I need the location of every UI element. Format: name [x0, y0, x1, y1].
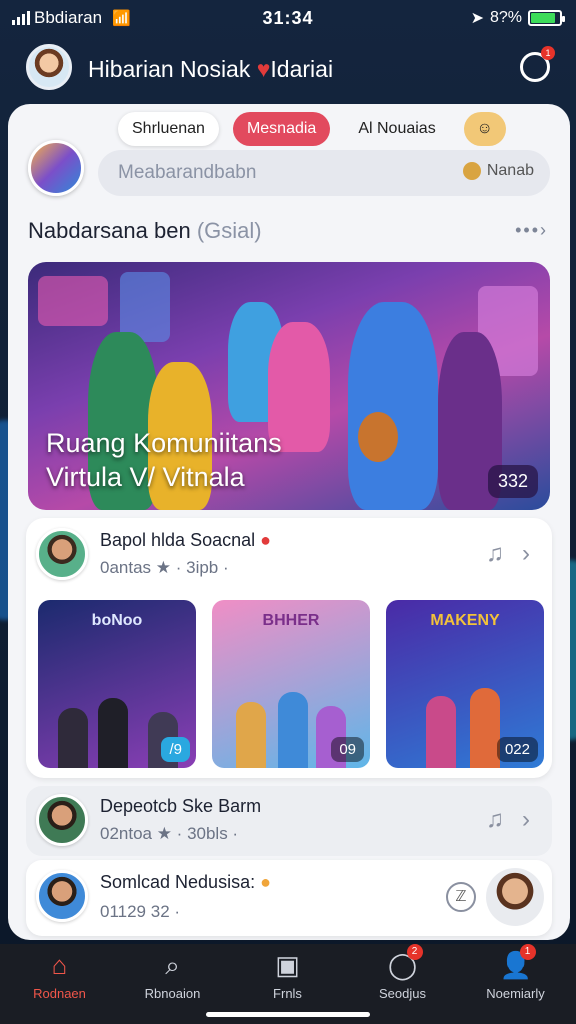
heart-icon: ●	[260, 530, 272, 550]
chevron-right-icon[interactable]: ›	[522, 540, 530, 568]
nav-home[interactable]: ⌂ Rodnaen	[2, 950, 117, 1001]
status-bar: Bbdiaran 📶 31:34 ➤ 8?%	[0, 0, 576, 36]
nav-chat[interactable]: ◯ 2 Seodjus	[345, 944, 460, 1001]
profile-icon: 👤 1	[500, 944, 536, 980]
community-avatar[interactable]	[36, 528, 88, 580]
music-note-icon[interactable]: ♫	[486, 806, 504, 834]
location-icon: ➤	[470, 10, 484, 27]
search-icon: ⌕	[165, 950, 180, 980]
list-item[interactable]: Depeotcb Ske Barm 02ntoa ★ · 30bls · ♫ ›	[26, 786, 552, 856]
character	[348, 302, 438, 510]
search-right-label: Nanab	[486, 162, 534, 179]
list-item-meta: 01129 32 ·	[100, 902, 181, 921]
nav-search-label: Rbnoaion	[144, 986, 201, 1001]
person-figure	[236, 702, 266, 768]
profile-avatar[interactable]	[26, 44, 72, 90]
person-figure	[278, 692, 308, 768]
chevron-right-icon[interactable]: ›	[522, 806, 530, 834]
nav-calendar-label: Frnls	[273, 986, 302, 1001]
person-figure	[470, 688, 500, 768]
friend-avatar[interactable]	[486, 868, 544, 926]
nav-profile[interactable]: 👤 1 Noemiarly	[458, 944, 573, 1001]
thumbnail-badge: 09	[331, 737, 364, 762]
user-avatar[interactable]	[28, 140, 84, 196]
coin-icon	[462, 162, 481, 180]
nav-home-label: Rodnaen	[33, 986, 86, 1001]
community-meta: 0antas ★ · 3ipb ·	[100, 558, 229, 577]
list-item[interactable]: Somlcad Nedusisa: ● 01129 32 · ℤ	[26, 860, 552, 936]
main-panel: Shrluenan Mesnadia Al Nouaias ☺ Meabaran…	[8, 104, 570, 940]
notification-badge: 1	[541, 46, 555, 60]
thumbnail-2[interactable]: MAKENY 022	[386, 600, 544, 768]
neon-sign	[38, 276, 108, 326]
search-bar[interactable]: Meabarandbabn Nanab	[98, 150, 550, 196]
battery-percent: 8?%	[489, 9, 522, 26]
filter-tabs: Shrluenan Mesnadia Al Nouaias ☺	[118, 112, 506, 146]
list-item-name-text: Somlcad Nedusisa:	[100, 872, 256, 892]
hero-banner[interactable]: Ruang Komuniitans Virtula V/ Vitnala 332	[28, 262, 550, 510]
title-part-a: Hibarian Nosiak	[88, 56, 251, 82]
list-avatar[interactable]	[36, 794, 88, 846]
nav-badge: 1	[519, 944, 536, 960]
chat-icon: ◯ 2	[387, 944, 423, 980]
reply-button[interactable]: ℤ	[446, 882, 476, 912]
app-header: Hibarian Nosiak ♥Idariai 1	[0, 40, 576, 100]
person-figure	[98, 698, 128, 768]
guitar-icon	[358, 412, 398, 462]
list-item-meta: 02ntoa ★ · 30bls ·	[100, 824, 239, 843]
heart-icon: ♥	[256, 56, 271, 82]
tab-2[interactable]: Al Nouaias	[344, 112, 449, 146]
media-thumbnails: boNoo /9 BHHER 09 MAKENY 022	[38, 600, 544, 768]
list-avatar[interactable]	[36, 870, 88, 922]
person-figure	[58, 708, 88, 768]
calendar-icon: ▣	[275, 950, 300, 980]
tab-1[interactable]: Mesnadia	[232, 112, 331, 146]
community-actions: ♫ ›	[486, 540, 530, 568]
thumbnail-label: BHHER	[262, 612, 320, 629]
community-name-text: Bapol hlda Soacnal	[100, 530, 256, 550]
community-card[interactable]: Bapol hlda Soacnal ● 0antas ★ · 3ipb · ♫…	[26, 518, 552, 778]
battery-icon	[528, 10, 565, 26]
more-button[interactable]: •••›	[515, 220, 548, 241]
emoji-icon: ●	[260, 872, 271, 892]
music-note-icon[interactable]: ♫	[486, 540, 504, 568]
thumbnail-badge: 022	[496, 737, 538, 762]
nav-search[interactable]: ⌕ Rbnoaion	[115, 950, 230, 1001]
hero-count-badge: 332	[487, 465, 538, 498]
tab-emoji[interactable]: ☺	[463, 112, 506, 146]
home-icon: ⌂	[51, 950, 68, 980]
search-right[interactable]: Nanab	[462, 162, 534, 180]
list-item-name: Somlcad Nedusisa: ●	[100, 872, 271, 893]
face-icon: ☺	[476, 120, 493, 137]
person-figure	[426, 696, 456, 768]
thumbnail-1[interactable]: BHHER 09	[212, 600, 370, 768]
list-item-actions: ♫ ›	[486, 806, 530, 834]
thumbnail-label: MAKENY	[430, 612, 500, 629]
hero-title: Ruang Komuniitans Virtula V/ Vitnala	[46, 426, 282, 494]
section-title: Nabdarsana ben (Gsial)	[28, 218, 262, 244]
list-item-name: Depeotcb Ske Barm	[100, 796, 262, 816]
section-title-text: Nabdarsana ben	[28, 218, 191, 243]
nav-calendar[interactable]: ▣ Frnls	[230, 950, 345, 1001]
hero-title-line2: Virtula V/ Vitnala	[46, 462, 245, 492]
section-subtitle: (Gsial)	[196, 218, 262, 243]
thumbnail-0[interactable]: boNoo /9	[38, 600, 196, 768]
nav-chat-label: Seodjus	[379, 986, 426, 1001]
nav-profile-label: Noemiarly	[486, 986, 545, 1001]
search-placeholder: Meabarandbabn	[118, 162, 257, 183]
thumbnail-label: boNoo	[91, 612, 143, 629]
home-indicator	[206, 1012, 370, 1017]
hero-title-line1: Ruang Komuniitans	[46, 428, 282, 458]
notification-button[interactable]: 1	[520, 46, 555, 82]
tab-0[interactable]: Shrluenan	[118, 112, 219, 146]
title-part-b: Idariai	[270, 56, 334, 82]
app-title: Hibarian Nosiak ♥Idariai	[88, 56, 333, 83]
community-name[interactable]: Bapol hlda Soacnal ●	[100, 530, 271, 551]
status-right: ➤ 8?%	[470, 8, 565, 28]
nav-badge: 2	[406, 944, 423, 960]
thumbnail-badge: /9	[161, 737, 190, 762]
